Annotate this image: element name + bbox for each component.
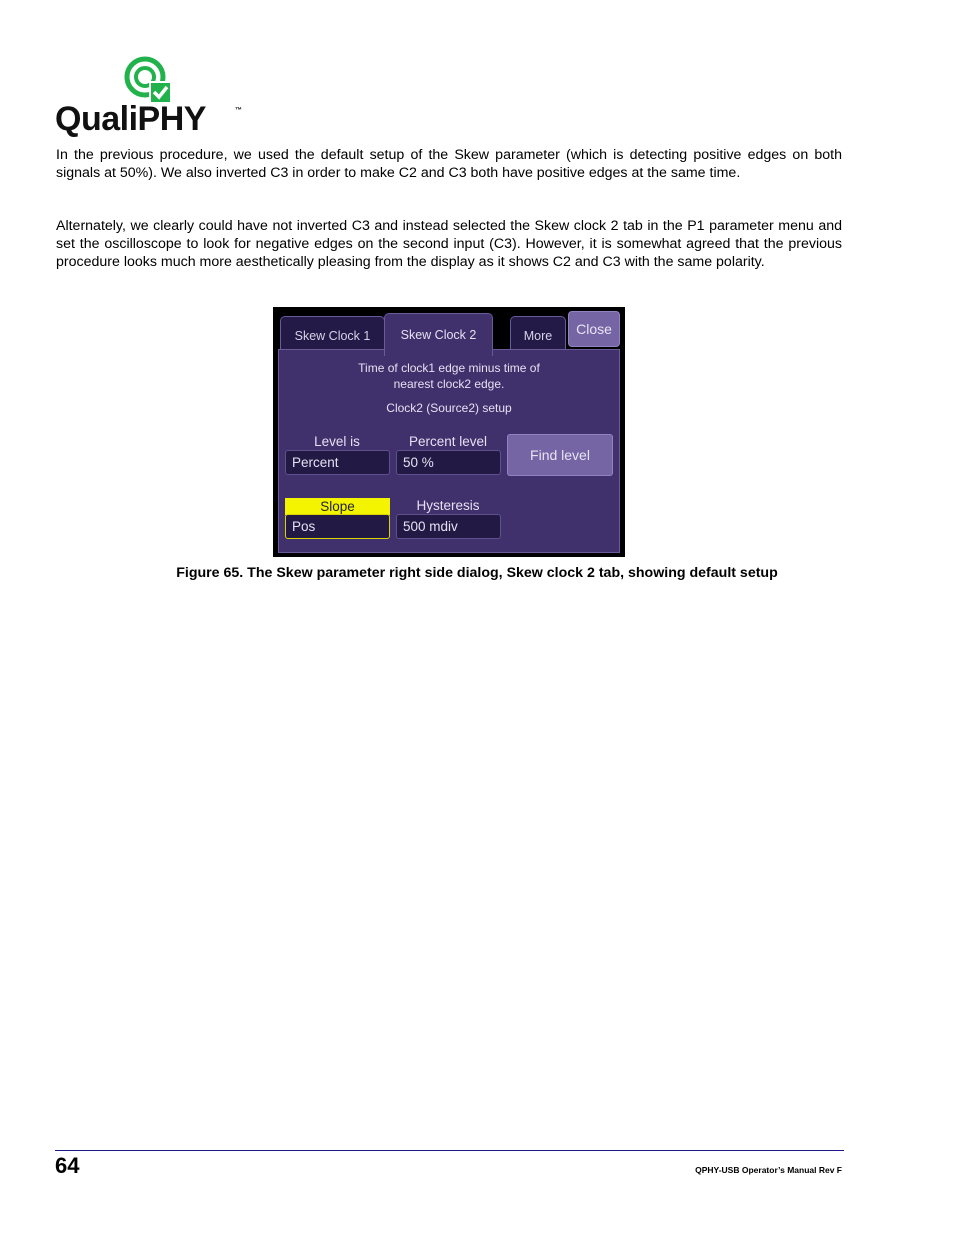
manual-title: QPHY-USB Operator’s Manual Rev F — [695, 1165, 842, 1175]
find-level-button[interactable]: Find level — [507, 434, 613, 476]
level-is-field[interactable]: Percent — [285, 450, 390, 475]
tab-panel: Time of clock1 edge minus time of neares… — [278, 349, 620, 553]
paragraph-2: Alternately, we clearly could have not i… — [56, 218, 842, 270]
paragraph-1: In the previous procedure, we used the d… — [56, 147, 842, 181]
logo-wordmark: QualiPHY — [55, 100, 206, 138]
tab-skew-clock-2[interactable]: Skew Clock 2 — [384, 313, 493, 356]
qualiphy-logo: QualiPHY ™ — [55, 55, 247, 140]
close-button[interactable]: Close — [568, 311, 620, 347]
trademark-symbol: ™ — [235, 107, 242, 114]
parameter-description: Time of clock1 edge minus time of neares… — [279, 360, 619, 392]
figure-caption: Figure 65. The Skew parameter right side… — [176, 565, 778, 581]
hysteresis-label: Hysteresis — [416, 498, 480, 513]
level-is-label: Level is — [314, 434, 360, 449]
skew-parameter-dialog: Skew Clock 1 More Close Time of clock1 e… — [273, 307, 625, 557]
slope-field[interactable]: Pos — [285, 514, 390, 539]
page-number: 64 — [55, 1153, 80, 1178]
qualiphy-check-logo-icon — [124, 56, 171, 103]
percent-level-field[interactable]: 50 % — [396, 450, 501, 475]
description-line-2: nearest clock2 edge. — [393, 377, 505, 391]
percent-level-label: Percent level — [408, 434, 488, 449]
slope-label: Slope — [285, 498, 390, 515]
description-line-1: Time of clock1 edge minus time of — [358, 361, 540, 375]
section-title: Clock2 (Source2) setup — [386, 401, 512, 415]
hysteresis-field[interactable]: 500 mdiv — [396, 514, 501, 539]
footer-divider — [55, 1150, 844, 1151]
